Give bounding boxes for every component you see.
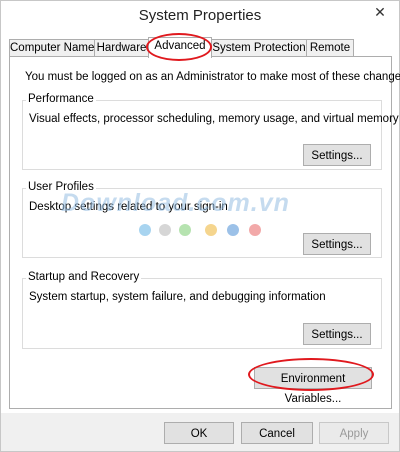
- user-profiles-settings-button[interactable]: Settings...: [303, 233, 371, 255]
- watermark-dot: [249, 224, 261, 236]
- watermark-dot: [205, 224, 217, 236]
- watermark-dot: [159, 224, 171, 236]
- watermark-dot: [139, 224, 151, 236]
- tab-remote[interactable]: Remote: [306, 39, 354, 57]
- startup-recovery-legend: Startup and Recovery: [26, 271, 142, 283]
- watermark-dot: [179, 224, 191, 236]
- startup-recovery-settings-button[interactable]: Settings...: [303, 323, 371, 345]
- performance-group: Performance Visual effects, processor sc…: [22, 93, 399, 170]
- cancel-button[interactable]: Cancel: [241, 422, 313, 444]
- startup-recovery-group: Startup and Recovery System startup, sys…: [22, 271, 382, 349]
- title-bar[interactable]: System Properties ✕: [1, 1, 399, 31]
- performance-description: Visual effects, processor scheduling, me…: [29, 113, 399, 125]
- system-properties-window: System Properties ✕ Computer Name Hardwa…: [0, 0, 400, 452]
- performance-settings-button[interactable]: Settings...: [303, 144, 371, 166]
- tab-advanced[interactable]: Advanced: [148, 37, 212, 58]
- tab-hardware[interactable]: Hardware: [94, 39, 149, 57]
- dialog-footer: OK Cancel Apply: [1, 413, 399, 451]
- advanced-tab-panel: You must be logged on as an Administrato…: [9, 56, 400, 409]
- close-icon[interactable]: ✕: [365, 1, 395, 23]
- apply-button: Apply: [319, 422, 389, 444]
- window-title: System Properties: [138, 7, 262, 24]
- watermark-dot: [227, 224, 239, 236]
- performance-legend: Performance: [26, 93, 96, 105]
- environment-variables-button[interactable]: Environment Variables...: [254, 367, 372, 405]
- startup-recovery-description: System startup, system failure, and debu…: [29, 291, 326, 303]
- tab-computer-name[interactable]: Computer Name: [9, 39, 95, 57]
- watermark-logo: Download.com.vn: [61, 189, 290, 217]
- tab-system-protection[interactable]: System Protection: [211, 39, 307, 57]
- ok-button[interactable]: OK: [164, 422, 234, 444]
- admin-note: You must be logged on as an Administrato…: [25, 71, 400, 83]
